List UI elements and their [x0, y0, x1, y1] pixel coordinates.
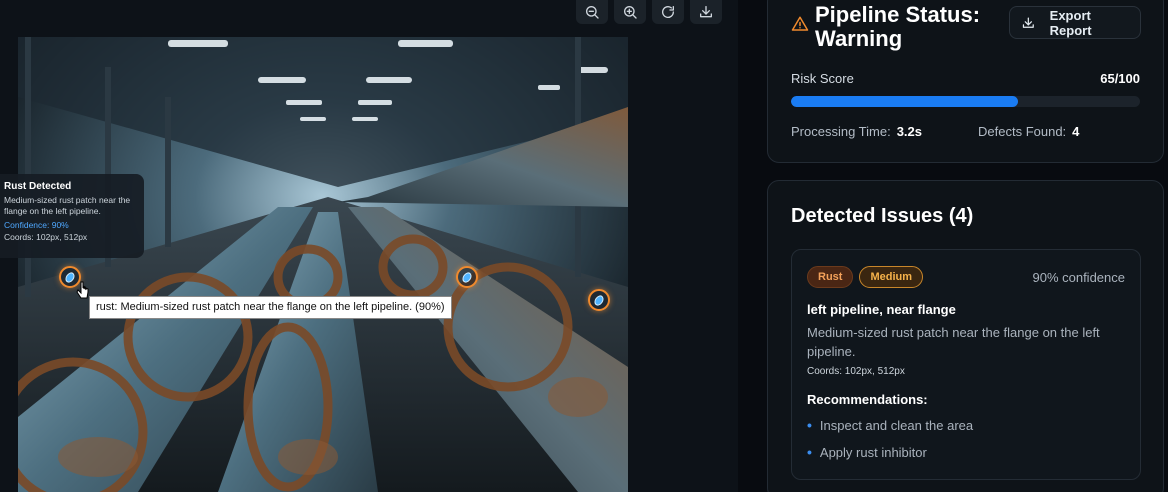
processing-time: Processing Time: 3.2s — [791, 124, 922, 139]
export-report-label: Export Report — [1049, 7, 1092, 38]
issue-item[interactable]: Rust Medium 90% confidence left pipeline… — [791, 249, 1141, 480]
warning-icon — [791, 16, 809, 31]
recommendations-title: Recommendations: — [807, 392, 928, 407]
issue-type-badge: Rust — [807, 266, 854, 288]
zoom-out-icon — [586, 5, 599, 19]
processing-time-label: Processing Time: — [791, 124, 891, 139]
pipeline-photo — [18, 37, 628, 492]
processing-time-value: 3.2s — [896, 124, 923, 139]
info-card-description: Medium-sized rust patch near the flange … — [4, 195, 131, 216]
pipeline-status-title: Pipeline Status: Warning — [815, 2, 981, 51]
recommendation-item: • Inspect and clean the area — [807, 418, 973, 445]
detected-issues-title: Detected Issues (4) — [791, 205, 974, 227]
recommendation-text: Apply rust inhibitor — [819, 445, 927, 460]
download-icon — [1022, 17, 1034, 28]
results-panel: Pipeline Status: Warning Export Report R… — [738, 0, 1168, 492]
zoom-out-button[interactable] — [576, 0, 608, 24]
reset-view-button[interactable] — [652, 0, 684, 24]
zoom-in-icon — [624, 5, 637, 19]
recommendation-item: • Apply rust inhibitor — [807, 445, 973, 472]
defects-found-label: Defects Found: — [978, 124, 1067, 139]
defect-marker-3[interactable] — [588, 289, 610, 311]
recommendation-text: Inspect and clean the area — [819, 418, 974, 433]
download-image-button[interactable] — [690, 0, 722, 24]
rotate-icon — [662, 5, 675, 18]
info-card-title: Rust Detected — [4, 181, 72, 192]
image-toolbar — [576, 0, 722, 24]
marker-dot-icon — [460, 270, 474, 284]
image-viewer: Rust Detected Medium-sized rust patch ne… — [0, 0, 738, 492]
risk-score-row: Risk Score 65/100 — [791, 71, 1140, 86]
defect-marker-2[interactable] — [456, 266, 478, 288]
pipeline-image[interactable] — [18, 37, 628, 492]
issue-badges: Rust Medium — [807, 266, 924, 288]
mouse-pointer-icon — [76, 281, 89, 299]
marker-tooltip: rust: Medium-sized rust patch near the f… — [89, 296, 452, 319]
bullet-icon: • — [807, 417, 812, 433]
info-card-confidence: Confidence: 90% — [4, 220, 69, 230]
risk-score-value: 65/100 — [1100, 71, 1140, 86]
issue-coords: Coords: 102px, 512px — [807, 366, 905, 377]
status-header: Pipeline Status: Warning — [791, 3, 1005, 51]
risk-score-fill — [791, 96, 1018, 107]
detected-issues-card: Detected Issues (4) Rust Medium 90% conf… — [767, 180, 1164, 492]
risk-score-bar — [791, 96, 1140, 107]
issue-severity-badge: Medium — [859, 266, 924, 288]
zoom-in-button[interactable] — [614, 0, 646, 24]
marker-dot-icon — [592, 293, 606, 307]
bullet-icon: • — [807, 444, 812, 460]
issue-location: left pipeline, near flange — [807, 302, 956, 317]
download-icon — [700, 5, 712, 18]
recommendations-list: • Inspect and clean the area • Apply rus… — [807, 418, 973, 472]
issue-description: Medium-sized rust patch near the flange … — [807, 325, 1100, 359]
defects-found-value: 4 — [1072, 124, 1080, 139]
issue-confidence: 90% confidence — [1032, 270, 1125, 285]
analysis-metrics: Processing Time: 3.2s Defects Found: 4 — [791, 124, 1079, 139]
marker-dot-icon — [63, 270, 77, 284]
risk-score-label: Risk Score — [791, 71, 854, 86]
info-card-coords: Coords: 102px, 512px — [4, 232, 88, 242]
defects-found: Defects Found: 4 — [978, 124, 1079, 139]
pipeline-status-card: Pipeline Status: Warning Export Report R… — [767, 0, 1164, 163]
defect-info-card: Rust Detected Medium-sized rust patch ne… — [0, 174, 144, 258]
export-report-button[interactable]: Export Report — [1009, 6, 1141, 39]
